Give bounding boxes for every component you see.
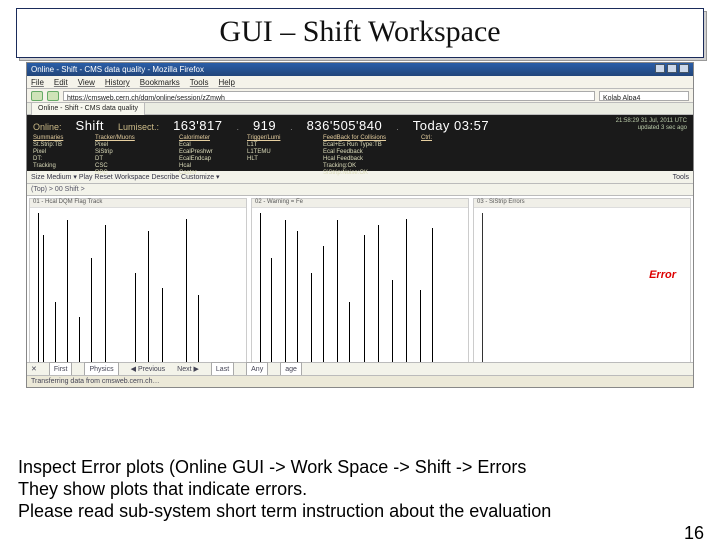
minimize-button[interactable] xyxy=(655,64,665,73)
dqm-bottombar: ✕ First Physics ◀ Previous Next ▶ Last A… xyxy=(27,362,693,375)
url-input[interactable]: https://cmsweb.cern.ch/dqm/online/sessio… xyxy=(63,91,595,101)
slide-caption: Inspect Error plots (Online GUI -> Work … xyxy=(18,456,702,522)
plot-3-area xyxy=(482,213,682,363)
close-button[interactable] xyxy=(679,64,689,73)
col3-header[interactable]: Calorimeter xyxy=(179,135,243,142)
window-titlebar: Online - Shift - CMS data quality - Mozi… xyxy=(27,63,693,76)
grid-cell[interactable]: EcalEndcap xyxy=(179,156,243,163)
menu-edit[interactable]: Edit xyxy=(54,76,68,88)
online-label: Online: xyxy=(33,122,62,132)
grid-cell[interactable]: DT xyxy=(95,156,175,163)
plot-2[interactable]: 02 - Warning = Fe xyxy=(251,198,469,374)
grid-cell[interactable]: Hcal Feedback xyxy=(323,156,417,163)
col6-header[interactable]: Ctrl: xyxy=(421,135,461,142)
page-number: 16 xyxy=(684,523,704,544)
browser-tabbar: Online - Shift - CMS data quality xyxy=(27,103,693,115)
maximize-button[interactable] xyxy=(667,64,677,73)
window-buttons xyxy=(655,63,689,76)
grid-cell[interactable]: SiStrip xyxy=(95,149,175,156)
menu-history[interactable]: History xyxy=(105,76,130,88)
grid-cell[interactable]: EcalPreshwr xyxy=(179,149,243,156)
dqm-breadcrumb[interactable]: (Top) > 00 Shift > xyxy=(27,184,693,196)
grid-cell[interactable]: L1T xyxy=(247,142,319,149)
menu-tools[interactable]: Tools xyxy=(190,76,209,88)
browser-screenshot: Online - Shift - CMS data quality - Mozi… xyxy=(26,62,694,388)
plot-1-area xyxy=(38,213,238,363)
window-title: Online - Shift - CMS data quality - Mozi… xyxy=(31,63,204,76)
grid-cell[interactable]: DT: xyxy=(33,156,91,163)
menu-help[interactable]: Help xyxy=(218,76,234,88)
nav-next[interactable]: Next ▶ xyxy=(177,363,199,376)
grid-cell[interactable]: Tracking xyxy=(33,163,91,170)
slide-title: GUI – Shift Workspace xyxy=(17,15,703,49)
grid-cell[interactable]: Hcal xyxy=(179,163,243,170)
grid-cell[interactable]: St.Strip:TB xyxy=(33,142,91,149)
caption-line-1: Inspect Error plots (Online GUI -> Work … xyxy=(18,456,702,478)
title-box: GUI – Shift Workspace xyxy=(16,8,704,58)
browser-addressbar: https://cmsweb.cern.ch/dqm/online/sessio… xyxy=(27,89,693,103)
browser-tab[interactable]: Online - Shift - CMS data quality xyxy=(31,102,145,115)
search-input[interactable]: Kolab Alpa4 xyxy=(599,91,689,101)
grid-cell[interactable]: Tracking:OK xyxy=(323,163,417,170)
col4-header[interactable]: Trigger/Lumi xyxy=(247,135,319,142)
slide-title-container: GUI – Shift Workspace xyxy=(16,8,704,58)
grid-cell[interactable]: Ecal xyxy=(179,142,243,149)
dqm-infobar: Online: Shift Lumisect.: 163'817 . 919 .… xyxy=(27,115,693,171)
timestamp-updated: updated 3 sec ago xyxy=(616,125,687,132)
dqm-status-grid: Summaries Tracker/Muons Calorimeter Trig… xyxy=(33,135,687,177)
menu-view[interactable]: View xyxy=(78,76,95,88)
grid-cell[interactable]: Ecal Feedback xyxy=(323,149,417,156)
event-value: 836'505'840 xyxy=(307,118,383,133)
grid-cell[interactable]: SiStrip:Noise:OK xyxy=(323,170,417,177)
plot-1-title: 01 - Hcal DQM Flag Track xyxy=(30,199,246,208)
grid-cell[interactable]: Ecal+Es Run Type:TB xyxy=(323,142,417,149)
grid-cell[interactable]: Pixel xyxy=(33,149,91,156)
back-icon[interactable] xyxy=(31,91,43,101)
caption-line-2: They show plots that indicate errors. xyxy=(18,478,702,500)
dqm-head: Online: Shift Lumisect.: 163'817 . 919 .… xyxy=(33,118,687,133)
lumi-value: 919 xyxy=(253,118,276,133)
menu-file[interactable]: File xyxy=(31,76,44,88)
plot-2-area xyxy=(260,213,460,363)
browser-statusbar: Transferring data from cmsweb.cern.ch… xyxy=(27,375,693,387)
error-label: Error xyxy=(649,269,676,281)
timestamp-utc: 21:58:29 31 Jul, 2011 UTC xyxy=(616,118,687,125)
lumi-label: Lumisect.: xyxy=(118,122,159,132)
grid-cell[interactable]: L1TEMU xyxy=(247,149,319,156)
menu-bookmarks[interactable]: Bookmarks xyxy=(140,76,180,88)
col2-header[interactable]: Tracker/Muons xyxy=(95,135,175,142)
plot-3-title: 03 - SiStrip Errors xyxy=(474,199,690,208)
col5-header[interactable]: FeedBack for Collisions xyxy=(323,135,417,142)
plot-row: 01 - Hcal DQM Flag Track 02 - Warning = … xyxy=(27,196,693,376)
today-label: Today 03:57 xyxy=(413,118,489,133)
nav-prev[interactable]: ◀ Previous xyxy=(131,363,166,376)
caption-line-3: Please read sub-system short term instru… xyxy=(18,500,702,522)
shift-label: Shift xyxy=(76,118,105,133)
plot-1[interactable]: 01 - Hcal DQM Flag Track xyxy=(29,198,247,374)
plot-3[interactable]: 03 - SiStrip Errors Error RT63'846 xyxy=(473,198,691,374)
run-value: 163'817 xyxy=(173,118,222,133)
browser-menubar: File Edit View History Bookmarks Tools H… xyxy=(27,76,693,89)
dqm-timestamps: 21:58:29 31 Jul, 2011 UTC updated 3 sec … xyxy=(616,118,687,132)
col1-header[interactable]: Summaries xyxy=(33,135,91,142)
grid-cell[interactable]: Pixel xyxy=(95,142,175,149)
grid-cell[interactable]: CSC xyxy=(95,163,175,170)
plot-2-title: 02 - Warning = Fe xyxy=(252,199,468,208)
grid-cell[interactable]: HLT xyxy=(247,156,319,163)
forward-icon[interactable] xyxy=(47,91,59,101)
grid-cell[interactable]: Castor xyxy=(179,170,243,177)
grid-cell[interactable]: RPC xyxy=(95,170,175,177)
